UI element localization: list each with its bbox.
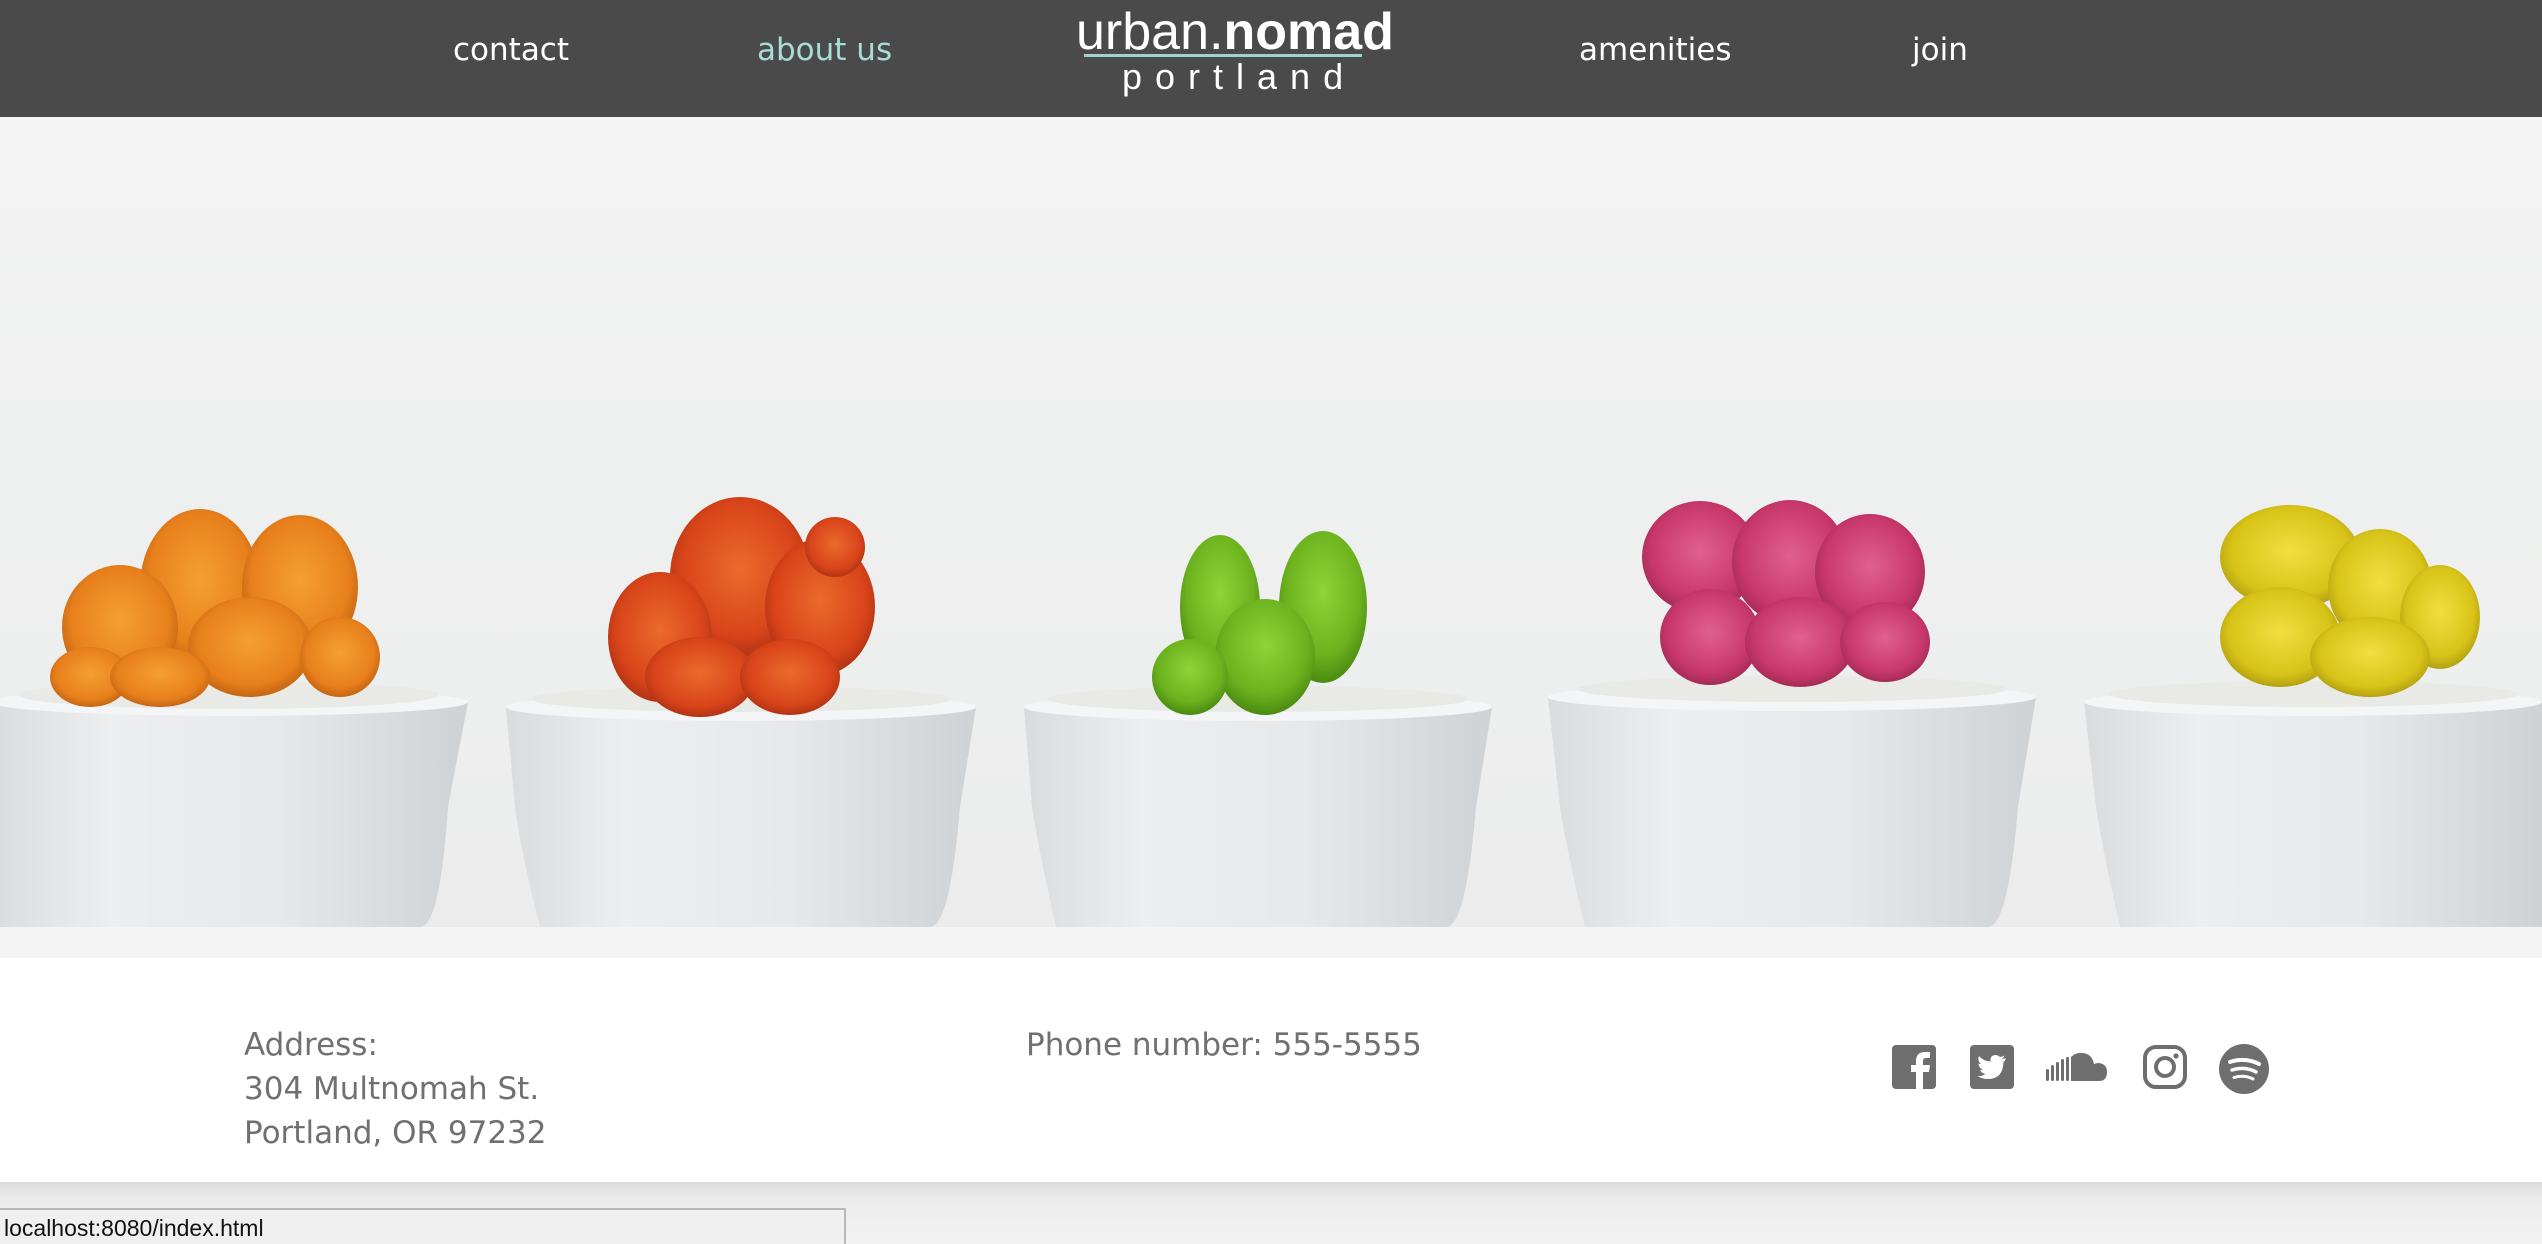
site-logo[interactable]: urban.nomad portland (1076, 0, 1394, 117)
logo-wordmark-bold: nomad (1223, 3, 1394, 61)
cactus-pot-pink (1548, 500, 2036, 927)
hero-illustration (0, 497, 2542, 927)
soundcloud-icon[interactable] (2044, 1043, 2110, 1095)
address-line-1: 304 Multnomah St. (244, 1071, 540, 1107)
logo-wordmark: urban.nomad (1076, 2, 1394, 62)
facebook-icon[interactable] (1890, 1043, 1942, 1095)
address-line-2: Portland, OR 97232 (244, 1115, 547, 1151)
nav-link-contact[interactable]: contact (453, 32, 569, 68)
site-footer: Address: 304 Multnomah St. Portland, OR … (0, 958, 2542, 1182)
cactus-pot-red (506, 497, 976, 927)
twitter-icon[interactable] (1968, 1043, 2020, 1095)
address-block: Address: 304 Multnomah St. Portland, OR … (244, 1023, 547, 1155)
cactus-pot-yellow (2084, 505, 2542, 927)
address-label: Address: (244, 1027, 378, 1063)
nav-link-join[interactable]: join (1912, 32, 1968, 68)
status-url: localhost:8080/index.html (4, 1215, 264, 1241)
top-navbar: contact about us urban.nomad portland am… (0, 0, 2542, 117)
instagram-icon[interactable] (2141, 1043, 2193, 1095)
logo-wordmark-light: urban. (1076, 3, 1224, 61)
cactus-pot-green (1024, 531, 1492, 927)
cactus-pot-orange (0, 509, 468, 927)
browser-status-bar: localhost:8080/index.html (0, 1208, 846, 1244)
nav-link-amenities[interactable]: amenities (1579, 32, 1732, 68)
nav-link-about-us[interactable]: about us (757, 32, 892, 68)
logo-subtitle: portland (1122, 56, 1357, 97)
spotify-icon[interactable] (2218, 1043, 2270, 1095)
phone-number: Phone number: 555-5555 (1026, 1027, 1422, 1063)
hero-banner (0, 117, 2542, 927)
